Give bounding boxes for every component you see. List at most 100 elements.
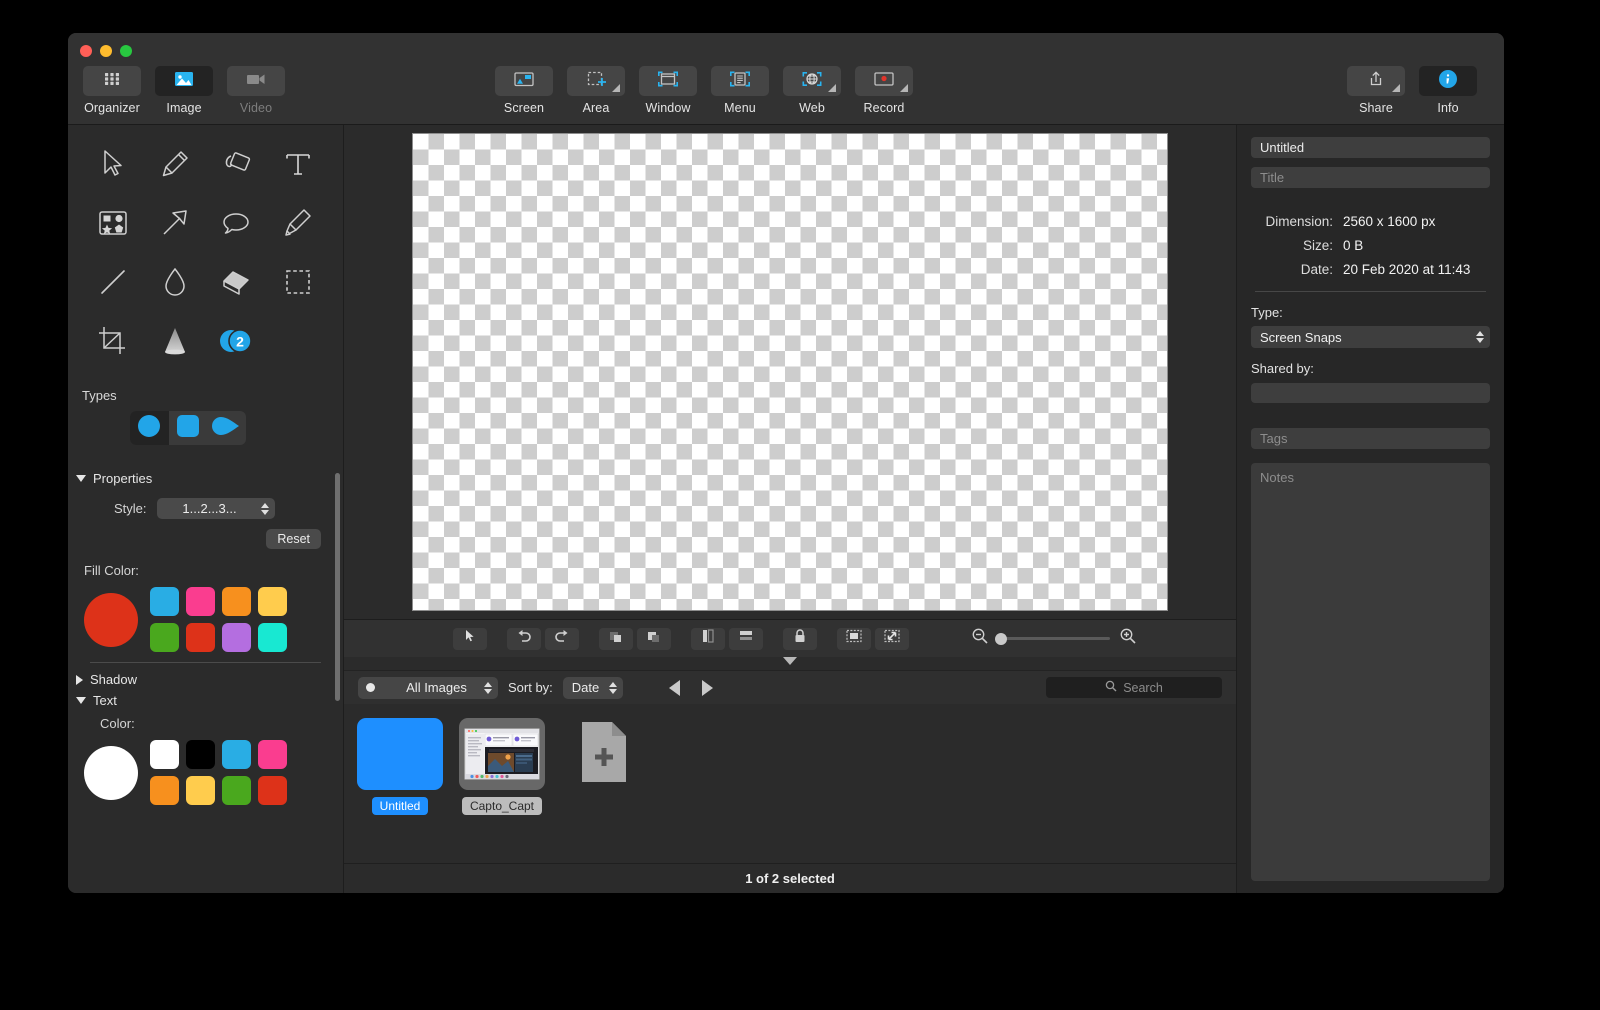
shadow-disclosure[interactable]: Shadow xyxy=(76,672,343,687)
select-arrow-tool[interactable] xyxy=(82,143,144,185)
text-swatch[interactable] xyxy=(222,740,251,769)
chevron-down-icon[interactable] xyxy=(612,84,620,92)
image-button[interactable] xyxy=(155,66,213,96)
fill-swatch[interactable] xyxy=(150,587,179,616)
window-capture-button[interactable] xyxy=(639,66,697,96)
blur-tool[interactable] xyxy=(144,261,206,303)
toolbar-item-window[interactable]: Window xyxy=(632,66,704,115)
stepper-icon[interactable] xyxy=(609,681,618,694)
minimize-window-button[interactable] xyxy=(100,45,112,57)
image-canvas[interactable] xyxy=(412,133,1168,611)
redo-button[interactable] xyxy=(545,627,579,650)
toolbar-item-record[interactable]: Record xyxy=(848,66,920,115)
chevron-down-icon[interactable] xyxy=(900,84,908,92)
text-disclosure[interactable]: Text xyxy=(76,693,343,708)
text-tool[interactable] xyxy=(267,143,329,185)
screen-capture-button[interactable] xyxy=(495,66,553,96)
toolbar-item-info[interactable]: Info xyxy=(1412,66,1484,115)
bring-forward-button[interactable] xyxy=(599,627,633,650)
info-button[interactable] xyxy=(1419,66,1477,96)
panel-splitter[interactable] xyxy=(344,657,1236,670)
web-capture-button[interactable] xyxy=(783,66,841,96)
fill-swatch[interactable] xyxy=(258,587,287,616)
type-select[interactable]: Screen Snaps xyxy=(1251,326,1490,348)
fill-swatch[interactable] xyxy=(186,623,215,652)
area-capture-button[interactable] xyxy=(567,66,625,96)
notes-field[interactable]: Notes xyxy=(1251,463,1490,881)
search-input[interactable]: Search xyxy=(1046,677,1222,698)
rounded-square-type-option[interactable] xyxy=(169,411,208,445)
lock-button[interactable] xyxy=(783,627,817,650)
toolbar-item-menu[interactable]: Menu xyxy=(704,66,776,115)
eraser-tool[interactable] xyxy=(206,261,268,303)
text-swatch[interactable] xyxy=(150,740,179,769)
text-swatch[interactable] xyxy=(186,740,215,769)
marquee-tool[interactable] xyxy=(267,261,329,303)
paint-bucket-tool[interactable] xyxy=(206,143,268,185)
crop-tool[interactable] xyxy=(82,320,144,362)
text-swatch[interactable] xyxy=(150,776,179,805)
callout-tool[interactable] xyxy=(206,202,268,244)
zoom-window-button[interactable] xyxy=(120,45,132,57)
pointer-button[interactable] xyxy=(453,627,487,650)
toolbar-item-area[interactable]: Area xyxy=(560,66,632,115)
toolbar-item-share[interactable]: Share xyxy=(1340,66,1412,115)
zoom-slider-knob[interactable] xyxy=(995,632,1008,645)
add-document-button[interactable] xyxy=(561,718,647,790)
magnifier-plus-icon[interactable] xyxy=(1119,627,1137,650)
fill-swatch[interactable] xyxy=(258,623,287,652)
align-horizontal-button[interactable] xyxy=(729,627,763,650)
send-backward-button[interactable] xyxy=(637,627,671,650)
highlighter-tool[interactable] xyxy=(267,202,329,244)
step-counter-tool[interactable]: 2 xyxy=(206,320,268,362)
list-item[interactable]: Capto_Capt xyxy=(454,718,550,815)
thumbnail-label[interactable]: Untitled xyxy=(371,797,429,815)
toolbar-item-image[interactable]: Image xyxy=(148,66,220,115)
fill-swatch[interactable] xyxy=(186,587,215,616)
stepper-icon[interactable] xyxy=(484,681,492,694)
toolbar-item-video[interactable]: Video xyxy=(220,66,292,115)
fill-swatch[interactable] xyxy=(150,623,179,652)
zoom-slider[interactable] xyxy=(995,632,1110,645)
shapes-tool[interactable] xyxy=(82,202,144,244)
thumbnail-preview[interactable] xyxy=(459,718,545,790)
left-panel-scrollbar[interactable] xyxy=(335,473,340,701)
toolbar-item-web[interactable]: Web xyxy=(776,66,848,115)
magnifier-minus-icon[interactable] xyxy=(971,627,989,650)
spotlight-tool[interactable] xyxy=(144,320,206,362)
teardrop-type-option[interactable] xyxy=(207,411,246,445)
arrow-tool[interactable] xyxy=(144,202,206,244)
share-button[interactable] xyxy=(1347,66,1405,96)
text-swatch[interactable] xyxy=(222,776,251,805)
organizer-button[interactable] xyxy=(83,66,141,96)
image-filter-select[interactable]: All Images xyxy=(358,676,498,699)
reset-button[interactable]: Reset xyxy=(266,529,321,549)
fill-swatch[interactable] xyxy=(222,623,251,652)
chevron-down-icon[interactable] xyxy=(828,84,836,92)
toolbar-item-organizer[interactable]: Organizer xyxy=(76,66,148,115)
fit-to-window-button[interactable] xyxy=(837,627,871,650)
line-tool[interactable] xyxy=(82,261,144,303)
text-swatch[interactable] xyxy=(258,740,287,769)
text-swatch[interactable] xyxy=(258,776,287,805)
list-item[interactable]: Untitled xyxy=(352,718,448,815)
menu-capture-button[interactable] xyxy=(711,66,769,96)
stepper-icon[interactable] xyxy=(1476,331,1484,343)
shared-by-field[interactable] xyxy=(1251,383,1490,403)
video-button[interactable] xyxy=(227,66,285,96)
stepper-icon[interactable] xyxy=(260,502,269,515)
chevron-down-icon[interactable] xyxy=(1392,84,1400,92)
triangle-left-icon[interactable] xyxy=(669,679,681,696)
text-current-color[interactable] xyxy=(84,745,138,800)
thumbnail-preview[interactable] xyxy=(357,718,443,790)
pencil-tool[interactable] xyxy=(144,143,206,185)
triangle-right-icon[interactable] xyxy=(702,679,714,696)
close-window-button[interactable] xyxy=(80,45,92,57)
record-button[interactable] xyxy=(855,66,913,96)
style-select[interactable]: 1...2...3... xyxy=(156,498,275,519)
name-field[interactable]: Untitled xyxy=(1251,137,1490,158)
properties-disclosure[interactable]: Properties xyxy=(76,471,343,486)
add-item[interactable] xyxy=(556,718,652,790)
fill-swatch[interactable] xyxy=(222,587,251,616)
sort-select[interactable]: Date xyxy=(562,676,624,699)
